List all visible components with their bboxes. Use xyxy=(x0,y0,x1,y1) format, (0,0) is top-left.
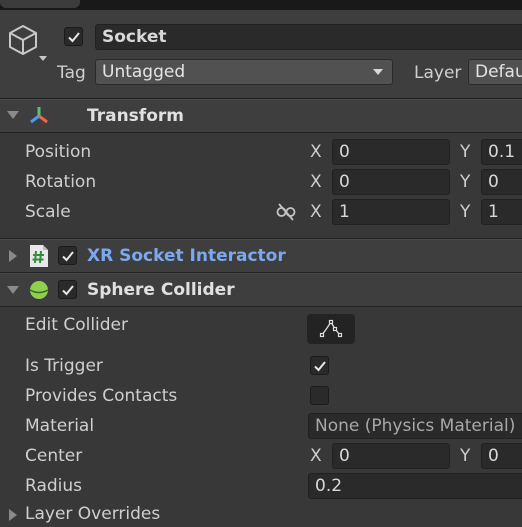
edit-collider-button[interactable] xyxy=(307,314,355,344)
is-trigger-checkbox[interactable] xyxy=(310,356,329,375)
rotation-label[interactable]: Rotation xyxy=(25,171,96,193)
fold-expanded-icon[interactable] xyxy=(6,108,20,125)
material-label: Material xyxy=(25,416,95,436)
sphere-collider-title: Sphere Collider xyxy=(87,280,235,300)
transform-title: Transform xyxy=(87,106,184,126)
tag-dropdown[interactable]: Untagged xyxy=(95,59,393,85)
is-trigger-label: Is Trigger xyxy=(25,356,103,376)
radius-label[interactable]: Radius xyxy=(25,475,82,497)
gameobject-name-field[interactable]: Socket xyxy=(95,24,522,50)
edit-collider-icon xyxy=(319,319,343,338)
scale-x-field[interactable]: 1 xyxy=(332,199,450,225)
layer-dropdown[interactable]: Defau xyxy=(468,59,522,85)
layer-overrides-foldout[interactable]: Layer Overrides xyxy=(25,503,160,525)
scale-x-axis-label[interactable]: X xyxy=(310,201,322,223)
xr-socket-interactor-header[interactable]: XR Socket Interactor xyxy=(0,240,522,272)
position-label[interactable]: Position xyxy=(25,141,91,163)
gameobject-active-checkbox[interactable] xyxy=(64,27,83,46)
rotation-x-axis-label[interactable]: X xyxy=(310,171,322,193)
scale-y-axis-label[interactable]: Y xyxy=(460,201,470,223)
radius-field[interactable]: 0.2 xyxy=(308,473,522,499)
center-x-axis-label[interactable]: X xyxy=(310,445,322,467)
rotation-y-field[interactable]: 0 xyxy=(481,169,522,195)
layer-label: Layer xyxy=(414,63,462,83)
fold-expanded-icon[interactable] xyxy=(6,282,20,302)
unlinked-scale-icon[interactable] xyxy=(276,202,296,227)
center-y-axis-label[interactable]: Y xyxy=(460,445,470,467)
tag-value: Untagged xyxy=(102,62,186,82)
transform-icon xyxy=(28,105,50,132)
center-y-field[interactable]: 0 xyxy=(481,443,522,469)
rotation-x-field[interactable]: 0 xyxy=(332,169,450,195)
tag-label: Tag xyxy=(57,63,86,83)
material-object-field[interactable]: None (Physics Material) xyxy=(308,413,522,439)
fold-collapsed-icon[interactable] xyxy=(6,507,20,527)
gameobject-cube-icon[interactable] xyxy=(6,22,48,64)
center-x-field[interactable]: 0 xyxy=(332,443,450,469)
position-y-field[interactable]: 0.1 xyxy=(481,139,522,165)
sphere-collider-enabled-checkbox[interactable] xyxy=(58,280,77,299)
transform-header[interactable]: Transform xyxy=(0,100,522,132)
inspector-tab[interactable] xyxy=(0,0,80,8)
edit-collider-label: Edit Collider xyxy=(25,315,129,335)
script-hash-icon xyxy=(28,244,50,273)
scale-label[interactable]: Scale xyxy=(25,201,71,223)
rotation-y-axis-label[interactable]: Y xyxy=(460,171,470,193)
scale-y-field[interactable]: 1 xyxy=(481,199,522,225)
position-y-axis-label[interactable]: Y xyxy=(460,141,470,163)
provides-contacts-label: Provides Contacts xyxy=(25,386,178,406)
provides-contacts-checkbox[interactable] xyxy=(310,386,329,405)
center-label[interactable]: Center xyxy=(25,445,82,467)
fold-collapsed-icon[interactable] xyxy=(6,248,20,268)
xr-socket-interactor-title[interactable]: XR Socket Interactor xyxy=(87,245,286,267)
xr-socket-enabled-checkbox[interactable] xyxy=(58,246,77,265)
divider xyxy=(0,306,522,307)
sphere-collider-header[interactable]: Sphere Collider xyxy=(0,274,522,306)
chevron-down-icon xyxy=(372,60,384,84)
layer-value: Defau xyxy=(475,62,522,82)
position-x-axis-label[interactable]: X xyxy=(310,141,322,163)
sphere-collider-icon xyxy=(28,279,50,306)
divider xyxy=(0,132,522,133)
position-x-field[interactable]: 0 xyxy=(332,139,450,165)
